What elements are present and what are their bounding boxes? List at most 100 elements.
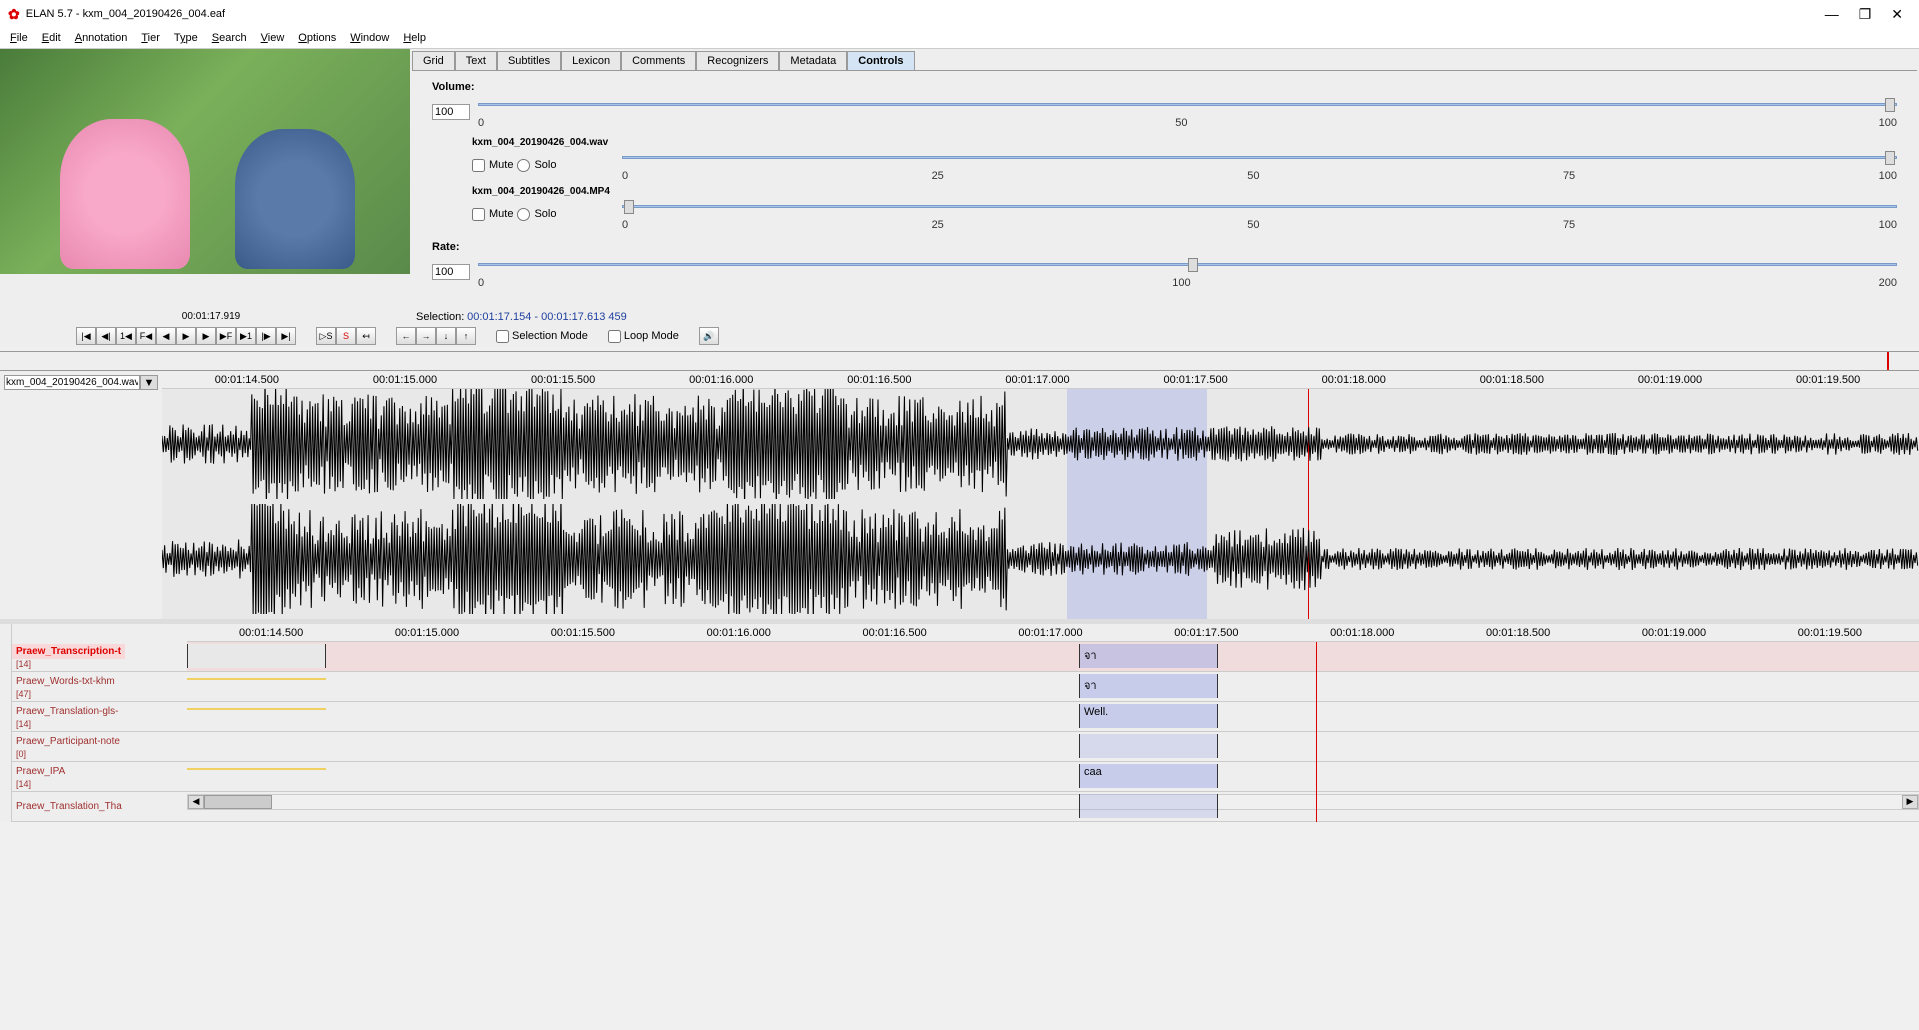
selection-label: Selection:	[416, 311, 464, 323]
media1-label: kxm_004_20190426_004.wav	[472, 137, 1897, 148]
tab-grid[interactable]: Grid	[412, 51, 455, 70]
annotation-ipa[interactable]: caa	[1079, 764, 1218, 788]
rate-slider[interactable]	[478, 255, 1897, 275]
media1-mute-checkbox[interactable]	[472, 159, 485, 172]
minimize-button[interactable]: —	[1825, 6, 1839, 23]
tier-label-row[interactable]: Praew_Translation-gls-[14]	[12, 702, 187, 732]
tier-track-translation[interactable]: Well.	[187, 702, 1919, 732]
tab-bar: Grid Text Subtitles Lexicon Comments Rec…	[412, 51, 1917, 71]
annotation-translation[interactable]: Well.	[1079, 704, 1218, 728]
tab-recognizers[interactable]: Recognizers	[696, 51, 779, 70]
menu-search[interactable]: Search	[206, 30, 253, 46]
tier-name: Praew_Transcription-t	[12, 644, 125, 659]
tier-name: Praew_Participant-note	[12, 734, 124, 749]
maximize-button[interactable]: ❐	[1859, 6, 1872, 23]
tier-label-row[interactable]: Praew_Participant-note[0]	[12, 732, 187, 762]
media2-solo-radio[interactable]	[517, 208, 530, 221]
tier-label-row[interactable]: Praew_IPA[14]	[12, 762, 187, 792]
volume-label: Volume:	[432, 81, 1897, 93]
speaker-icon[interactable]: 🔊	[699, 327, 719, 345]
waveform-dropdown-button[interactable]: ▼	[140, 375, 158, 390]
tier-name: Praew_Translation_Tha	[12, 799, 126, 814]
waveform-time-ruler[interactable]: 00:01:14.500 00:01:15.000 00:01:15.500 0…	[162, 371, 1919, 389]
media2-label: kxm_004_20190426_004.MP4	[472, 186, 1897, 197]
tab-text[interactable]: Text	[455, 51, 497, 70]
next-scroll-button[interactable]: |▶	[256, 327, 276, 345]
tier-name: Praew_IPA	[12, 764, 69, 779]
waveform-canvas[interactable]	[162, 389, 1919, 619]
prev-frame-button[interactable]: F◀	[136, 327, 156, 345]
rate-value[interactable]: 100	[432, 264, 470, 280]
menu-annotation[interactable]: Annotation	[69, 30, 134, 46]
menu-tier[interactable]: Tier	[135, 30, 166, 46]
menu-file[interactable]: File	[4, 30, 34, 46]
sel-up-button[interactable]: ↑	[456, 327, 476, 345]
clear-selection-button[interactable]: ↤	[356, 327, 376, 345]
tab-controls[interactable]: Controls	[847, 51, 914, 70]
tier-count: [14]	[12, 779, 69, 789]
volume-slider[interactable]	[478, 95, 1897, 115]
tier-track-ipa[interactable]: caa	[187, 762, 1919, 792]
tier-sidebar: Praew_Transcription-t[14]Praew_Words-txt…	[12, 624, 187, 822]
tab-subtitles[interactable]: Subtitles	[497, 51, 561, 70]
tab-metadata[interactable]: Metadata	[779, 51, 847, 70]
tier-label-row[interactable]: Praew_Transcription-t[14]	[12, 642, 187, 672]
menu-window[interactable]: Window	[344, 30, 395, 46]
tier-track-words[interactable]: จา	[187, 672, 1919, 702]
tier-name: Praew_Words-txt-khm	[12, 674, 119, 689]
rate-label: Rate:	[432, 241, 1897, 253]
next-pixel-button[interactable]: ▶	[196, 327, 216, 345]
tier-name: Praew_Translation-gls-	[12, 704, 122, 719]
tier-collapse-handle[interactable]	[0, 624, 12, 822]
prev-scroll-button[interactable]: ◀|	[96, 327, 116, 345]
tier-time-ruler[interactable]: 00:01:14.500 00:01:15.000 00:01:15.500 0…	[187, 624, 1919, 642]
play-around-button[interactable]: S	[336, 327, 356, 345]
media1-slider[interactable]	[622, 148, 1897, 168]
loop-mode-checkbox[interactable]	[608, 330, 621, 343]
play-selection-button[interactable]: ▷S	[316, 327, 336, 345]
goto-begin-button[interactable]: |◀	[76, 327, 96, 345]
tier-count: [47]	[12, 689, 119, 699]
prev-sec-button[interactable]: 1◀	[116, 327, 136, 345]
close-button[interactable]: ✕	[1891, 6, 1903, 23]
media1-solo-radio[interactable]	[517, 159, 530, 172]
sel-left-button[interactable]: ←	[396, 327, 416, 345]
titlebar: ✿ ELAN 5.7 - kxm_004_20190426_004.eaf — …	[0, 0, 1919, 28]
play-button[interactable]: ▶	[176, 327, 196, 345]
menubar: File Edit Annotation Tier Type Search Vi…	[0, 28, 1919, 49]
current-time: 00:01:17.919	[6, 311, 416, 323]
selection-value: 00:01:17.154 - 00:01:17.613 459	[467, 311, 627, 323]
tab-comments[interactable]: Comments	[621, 51, 696, 70]
media2-mute-checkbox[interactable]	[472, 208, 485, 221]
tier-label-row[interactable]: Praew_Words-txt-khm[47]	[12, 672, 187, 702]
prev-pixel-button[interactable]: ◀	[156, 327, 176, 345]
next-frame-button[interactable]: ▶F	[216, 327, 236, 345]
volume-value[interactable]: 100	[432, 104, 470, 120]
tier-track-transcription[interactable]: จา	[187, 642, 1919, 672]
tier-count: [0]	[12, 749, 124, 759]
menu-view[interactable]: View	[255, 30, 291, 46]
tier-scrollbar[interactable]: ◀ ▶	[187, 794, 1919, 810]
goto-end-button[interactable]: ▶|	[276, 327, 296, 345]
menu-type[interactable]: Type	[168, 30, 204, 46]
tab-lexicon[interactable]: Lexicon	[561, 51, 621, 70]
selection-mode-checkbox[interactable]	[496, 330, 509, 343]
sel-down-button[interactable]: ↓	[436, 327, 456, 345]
menu-edit[interactable]: Edit	[36, 30, 67, 46]
annotation-words[interactable]: จา	[1079, 674, 1218, 698]
tier-label-row[interactable]: Praew_Translation_Tha	[12, 792, 187, 822]
window-title: ELAN 5.7 - kxm_004_20190426_004.eaf	[26, 8, 1825, 20]
menu-options[interactable]: Options	[292, 30, 342, 46]
sel-right-button[interactable]: →	[416, 327, 436, 345]
tier-track-participant[interactable]	[187, 732, 1919, 762]
app-logo-icon: ✿	[8, 6, 20, 23]
annotation-transcription[interactable]: จา	[1079, 644, 1218, 668]
media2-slider[interactable]	[622, 197, 1897, 217]
timeline-overview[interactable]	[0, 351, 1919, 371]
tier-count: [14]	[12, 659, 125, 669]
tier-count: [14]	[12, 719, 122, 729]
menu-help[interactable]: Help	[397, 30, 432, 46]
next-sec-button[interactable]: ▶1	[236, 327, 256, 345]
waveform-file-dropdown[interactable]	[4, 375, 140, 390]
video-preview[interactable]	[0, 49, 410, 274]
